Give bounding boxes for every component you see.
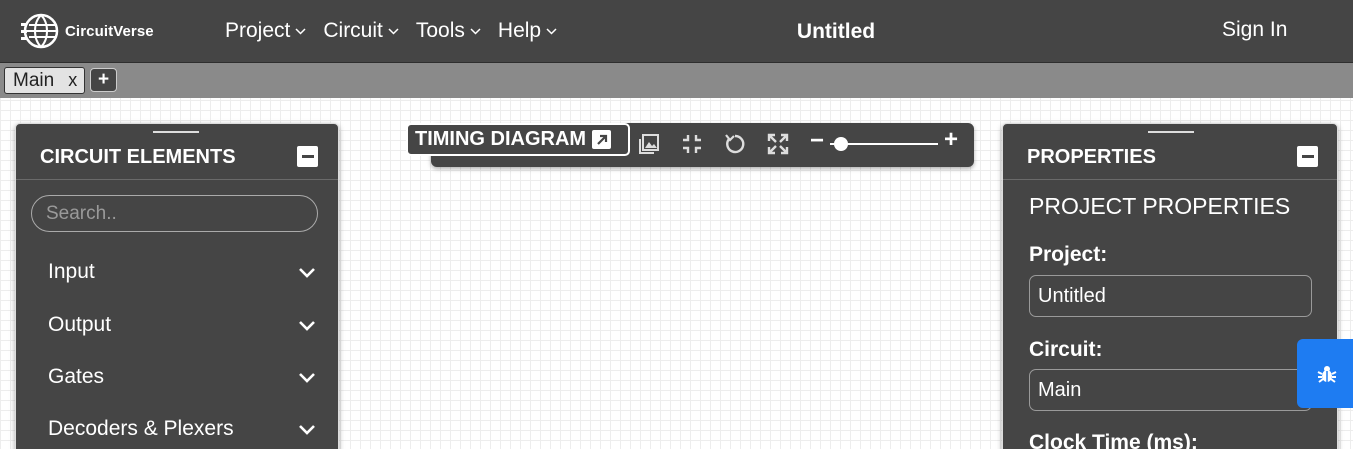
bug-icon [1317, 365, 1337, 383]
menu-label: Project [225, 19, 291, 42]
arrow-diagonal-icon [596, 134, 607, 145]
timing-diagram-title: TIMING DIAGRAM [415, 128, 587, 150]
menu-label: Circuit [323, 19, 383, 42]
category-gates[interactable]: Gates [48, 365, 316, 389]
image-icon[interactable] [636, 131, 662, 157]
minimize-button[interactable] [297, 146, 318, 167]
zoom-out-button[interactable]: − [810, 129, 824, 153]
logo-text: CircuitVerse [65, 22, 154, 40]
chevron-down-icon [295, 27, 306, 35]
clock-time-label: Clock Time (ms): [1029, 431, 1198, 449]
popout-icon[interactable] [592, 130, 612, 149]
chevron-down-icon [299, 320, 315, 331]
project-title: Untitled [796, 20, 876, 43]
menu-help[interactable]: Help [498, 19, 557, 43]
tab-label: Main [13, 69, 55, 91]
add-tab-button[interactable]: + [90, 68, 117, 92]
project-label: Project: [1029, 243, 1108, 266]
tab-main[interactable]: Main x [4, 67, 85, 94]
zoom-slider-thumb[interactable] [833, 137, 848, 151]
reset-icon[interactable] [722, 131, 748, 157]
minus-icon [301, 155, 314, 158]
category-input[interactable]: Input [48, 260, 316, 284]
circuit-label: Circuit: [1029, 338, 1103, 361]
chevron-down-icon [299, 372, 315, 383]
category-label: Gates [48, 365, 105, 388]
chevron-down-icon [299, 267, 315, 278]
drag-handle[interactable] [1148, 131, 1194, 133]
main-menu: Project Circuit Tools Help [225, 19, 574, 43]
chevron-down-icon [388, 27, 399, 35]
circuit-tab-bar: Main x + [0, 63, 1353, 98]
chevron-down-icon [470, 27, 481, 35]
chevron-down-icon [299, 424, 315, 435]
report-bug-button[interactable] [1297, 339, 1353, 408]
category-label: Input [48, 260, 95, 283]
panel-header: PROPERTIES [1003, 146, 1337, 180]
circuit-name-input[interactable] [1029, 369, 1312, 411]
tab-close-button[interactable]: x [68, 70, 77, 91]
category-decoders-plexers[interactable]: Decoders & Plexers [48, 417, 316, 441]
menu-label: Help [497, 19, 542, 42]
panel-header: CIRCUIT ELEMENTS [16, 146, 338, 180]
menu-label: Tools [415, 19, 465, 42]
panel-title: PROPERTIES [1027, 146, 1156, 168]
chevron-down-icon [546, 27, 557, 35]
search-input[interactable] [31, 195, 318, 232]
category-output[interactable]: Output [48, 313, 316, 337]
collapse-icon[interactable] [679, 131, 705, 157]
category-label: Output [48, 313, 112, 336]
menu-circuit[interactable]: Circuit [323, 19, 399, 43]
panel-title: CIRCUIT ELEMENTS [40, 146, 236, 168]
project-name-input[interactable] [1029, 275, 1312, 317]
properties-panel: PROPERTIES PROJECT PROPERTIES Project: C… [1002, 123, 1338, 449]
project-properties-heading: PROJECT PROPERTIES [1029, 193, 1291, 219]
zoom-in-button[interactable]: + [944, 128, 958, 152]
drag-handle[interactable] [153, 131, 199, 133]
menu-project[interactable]: Project [225, 19, 306, 43]
category-label: Decoders & Plexers [48, 417, 234, 440]
sign-in-link[interactable]: Sign In [1222, 18, 1287, 42]
timing-diagram-label[interactable]: TIMING DIAGRAM [406, 123, 630, 156]
menu-tools[interactable]: Tools [416, 19, 481, 43]
top-navbar: CircuitVerse Project Circuit Tools Help … [0, 0, 1353, 63]
minimize-button[interactable] [1297, 146, 1318, 167]
minus-icon [1301, 155, 1314, 158]
logo[interactable]: CircuitVerse [21, 11, 154, 51]
circuit-elements-panel: CIRCUIT ELEMENTS Input Output Gates Deco… [15, 123, 339, 449]
circuitverse-logo-icon [21, 13, 59, 49]
expand-icon[interactable] [765, 131, 791, 157]
